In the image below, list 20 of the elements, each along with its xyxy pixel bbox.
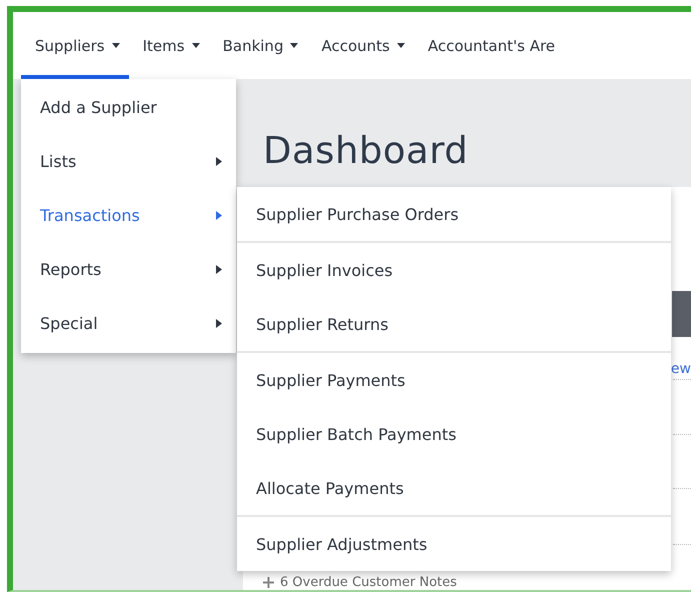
page-title: Dashboard (263, 129, 470, 172)
link-text[interactable]: ew (670, 361, 691, 377)
nav-tab[interactable]: Banking (208, 16, 308, 79)
nav-tab[interactable]: Accounts (307, 16, 414, 79)
submenu-item[interactable]: Supplier Invoices (237, 243, 671, 297)
plus-icon[interactable] (263, 577, 274, 588)
submenu-item[interactable]: Supplier Purchase Orders (237, 187, 671, 241)
menu-item[interactable]: Lists (21, 134, 236, 188)
submenu-item[interactable]: Supplier Returns (237, 297, 671, 351)
submenu-item[interactable]: Supplier Adjustments (237, 517, 671, 571)
menu-item[interactable]: Special (21, 296, 236, 350)
submenu-item[interactable]: Supplier Payments (237, 353, 671, 407)
submenu-item[interactable]: Supplier Batch Payments (237, 407, 671, 461)
menu-item[interactable]: Reports (21, 242, 236, 296)
nav-tab[interactable]: Accountant's Are (414, 16, 564, 79)
notes-link[interactable]: 6 Overdue Customer Notes (280, 575, 457, 590)
menu-item[interactable]: Transactions (21, 188, 236, 242)
submenu-item[interactable]: Allocate Payments (237, 461, 671, 515)
menu-item[interactable]: Add a Supplier (21, 80, 236, 134)
nav-tab[interactable]: Items (128, 16, 209, 79)
